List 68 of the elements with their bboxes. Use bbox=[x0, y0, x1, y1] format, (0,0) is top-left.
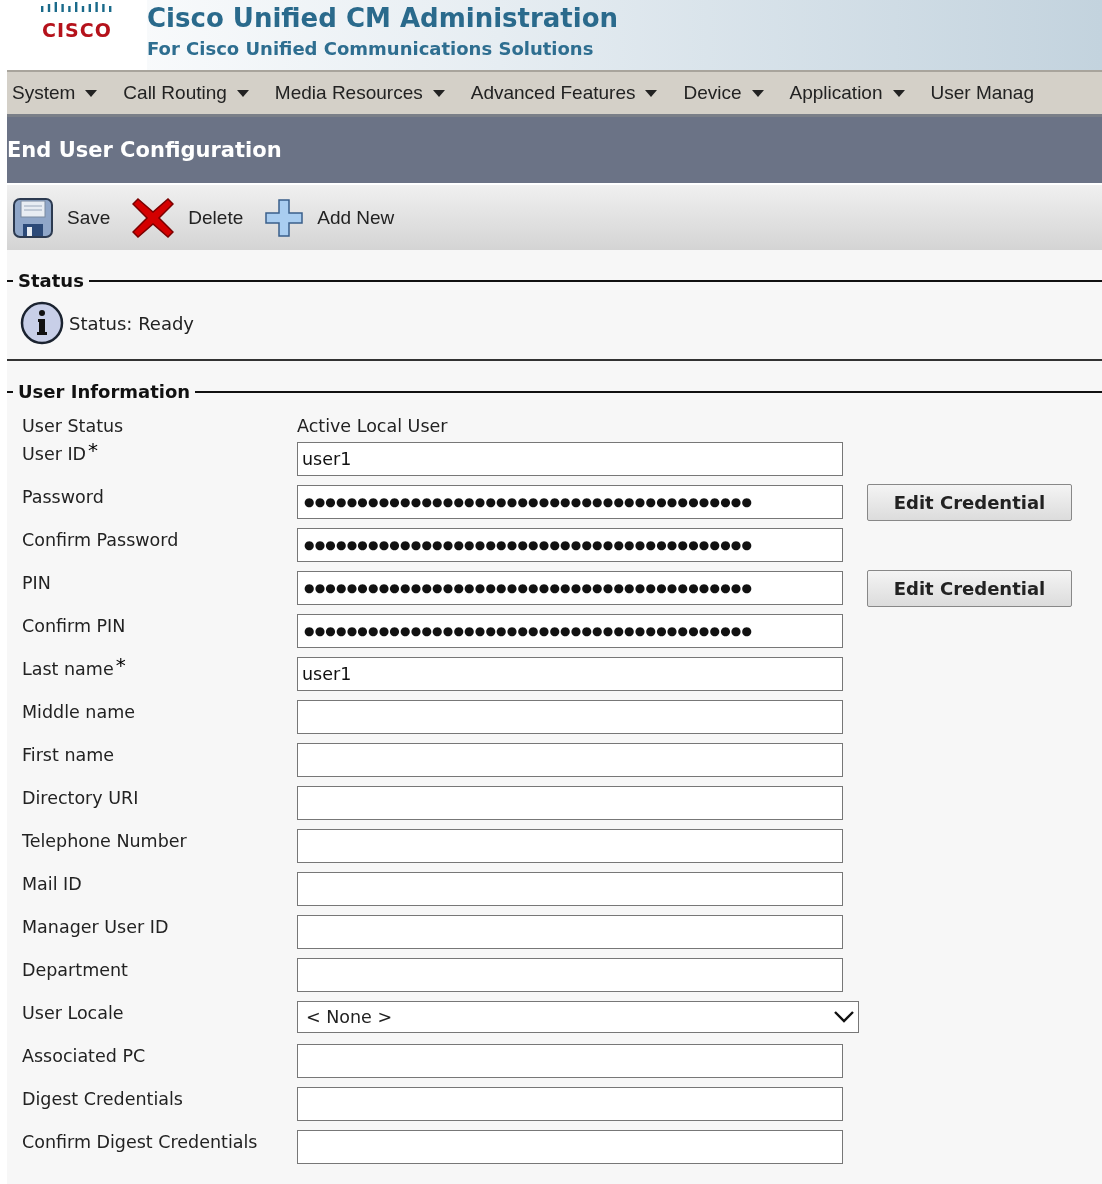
field-label: Confirm PIN bbox=[22, 616, 126, 636]
caret-icon bbox=[645, 89, 658, 97]
input-field[interactable] bbox=[297, 1087, 843, 1121]
field-label: Mail ID bbox=[22, 874, 82, 894]
toolbar-button[interactable]: Add New bbox=[317, 206, 395, 229]
caret-icon bbox=[85, 89, 98, 97]
edit-credential-button[interactable]: Edit Credential bbox=[867, 570, 1072, 607]
info-icon bbox=[20, 301, 64, 345]
caret-icon bbox=[751, 89, 764, 97]
toolbar-button[interactable]: Delete bbox=[188, 206, 244, 229]
field-label: Digest Credentials bbox=[22, 1089, 183, 1109]
field-label: First name bbox=[22, 745, 115, 765]
password-field[interactable]: ●●●●●●●●●●●●●●●●●●●●●●●●●●●●●●●●●●●●●●●●●● bbox=[297, 528, 843, 562]
input-field[interactable]: user1 bbox=[297, 442, 843, 476]
logo-bars-icon bbox=[41, 2, 113, 12]
required-asterisk: * bbox=[88, 440, 99, 460]
locale-dropdown[interactable]: < None > bbox=[297, 1001, 859, 1033]
required-asterisk: * bbox=[115, 655, 126, 675]
field-label: Manager User ID bbox=[22, 917, 169, 937]
field-label: Password bbox=[22, 487, 104, 507]
section-heading: User Information bbox=[18, 381, 191, 402]
input-field[interactable] bbox=[297, 872, 843, 906]
password-field[interactable]: ●●●●●●●●●●●●●●●●●●●●●●●●●●●●●●●●●●●●●●●●●● bbox=[297, 485, 843, 519]
field-value: Active Local User bbox=[297, 415, 448, 436]
caret-icon bbox=[236, 89, 249, 97]
input-field[interactable]: user1 bbox=[297, 657, 843, 691]
plus-icon[interactable] bbox=[265, 198, 304, 237]
toolbar-button[interactable]: Save bbox=[67, 206, 111, 229]
password-field[interactable]: ●●●●●●●●●●●●●●●●●●●●●●●●●●●●●●●●●●●●●●●●●● bbox=[297, 614, 843, 648]
input-field[interactable] bbox=[297, 958, 843, 992]
field-label: Department bbox=[22, 960, 128, 980]
field-label: Telephone Number bbox=[22, 831, 187, 851]
caret-icon bbox=[892, 89, 905, 97]
field-label: Last name bbox=[22, 659, 114, 679]
field-label: Confirm Password bbox=[22, 530, 179, 550]
edit-credential-button[interactable]: Edit Credential bbox=[867, 484, 1072, 521]
input-field[interactable] bbox=[297, 1130, 843, 1164]
app-title: Cisco Unified CM Administration bbox=[147, 2, 619, 34]
field-label: User ID bbox=[22, 444, 87, 464]
field-label: Confirm Digest Credentials bbox=[22, 1132, 258, 1152]
menu-item[interactable]: Device bbox=[683, 82, 764, 104]
input-field[interactable] bbox=[297, 829, 843, 863]
input-field[interactable] bbox=[297, 1044, 843, 1078]
page-title: End User Configuration bbox=[7, 138, 282, 162]
field-label: User Status bbox=[22, 416, 124, 436]
field-label: PIN bbox=[22, 573, 51, 593]
field-label: Associated PC bbox=[22, 1046, 146, 1066]
field-label: User Locale bbox=[22, 1003, 124, 1023]
input-field[interactable] bbox=[297, 915, 843, 949]
menu-item[interactable]: System bbox=[12, 82, 98, 104]
logo-wordmark: CISCO bbox=[42, 19, 112, 41]
field-label: Directory URI bbox=[22, 788, 139, 808]
section-heading: Status bbox=[18, 270, 84, 291]
caret-icon bbox=[432, 89, 445, 97]
delete-x-icon[interactable] bbox=[132, 197, 175, 238]
menu-item[interactable]: Application bbox=[789, 82, 905, 104]
menu-item[interactable]: User Manag bbox=[930, 82, 1034, 104]
input-field[interactable] bbox=[297, 700, 843, 734]
password-field[interactable]: ●●●●●●●●●●●●●●●●●●●●●●●●●●●●●●●●●●●●●●●●●● bbox=[297, 571, 843, 605]
input-field[interactable] bbox=[297, 743, 843, 777]
menu-item[interactable]: Advanced Features bbox=[470, 82, 658, 104]
field-label: Middle name bbox=[22, 702, 135, 722]
chevron-down-icon bbox=[834, 1011, 854, 1023]
menu-item[interactable]: Media Resources bbox=[274, 82, 445, 104]
menu-item[interactable]: Call Routing bbox=[123, 82, 249, 104]
app-subtitle: For Cisco Unified Communications Solutions bbox=[147, 38, 595, 59]
input-field[interactable] bbox=[297, 786, 843, 820]
status-message: Status: Ready bbox=[69, 312, 195, 334]
